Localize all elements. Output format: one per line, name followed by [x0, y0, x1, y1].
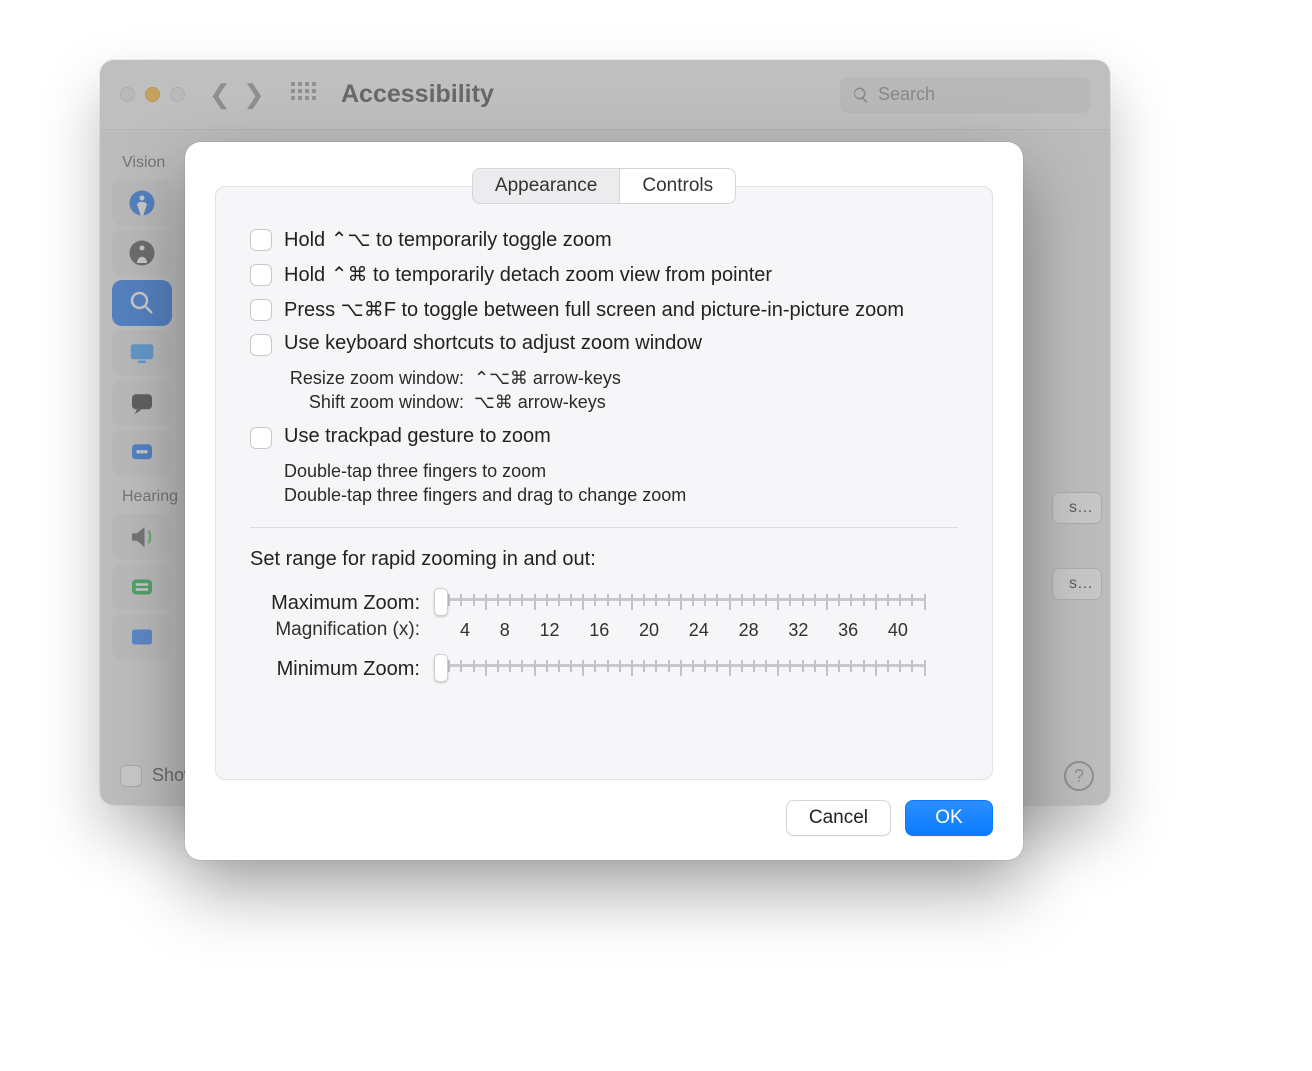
controls-panel: Hold ⌃⌥ to temporarily toggle zoom Hold …: [215, 186, 993, 780]
label-hold-detach: Hold ⌃⌘ to temporarily detach zoom view …: [284, 262, 772, 287]
kb-shortcuts-details: Resize zoom window:⌃⌥⌘ arrow-keys Shift …: [284, 366, 958, 415]
max-zoom-slider[interactable]: [436, 591, 926, 615]
ok-button[interactable]: OK: [905, 800, 993, 836]
divider: [250, 527, 958, 528]
tab-controls[interactable]: Controls: [619, 168, 735, 204]
checkbox-hold-detach[interactable]: [250, 264, 272, 286]
range-title: Set range for rapid zooming in and out:: [250, 548, 958, 571]
label-press-toggle-fs-pip: Press ⌥⌘F to toggle between full screen …: [284, 297, 904, 322]
tab-appearance[interactable]: Appearance: [473, 169, 619, 203]
min-zoom-label: Minimum Zoom:: [250, 658, 420, 681]
magnification-label: Magnification (x):: [250, 619, 420, 641]
label-hold-toggle: Hold ⌃⌥ to temporarily toggle zoom: [284, 227, 612, 252]
checkbox-press-toggle-fs-pip[interactable]: [250, 299, 272, 321]
zoom-controls-sheet: Appearance Controls Hold ⌃⌥ to temporari…: [185, 142, 1023, 860]
label-trackpad-gesture: Use trackpad gesture to zoom: [284, 425, 551, 448]
sheet-footer: Cancel OK: [215, 800, 993, 836]
tab-segmented-control: Appearance Controls: [472, 168, 736, 204]
max-zoom-label: Maximum Zoom:: [250, 592, 420, 615]
min-zoom-slider[interactable]: [436, 657, 926, 681]
trackpad-details: Double-tap three fingers to zoom Double-…: [284, 459, 958, 508]
checkbox-kb-shortcuts[interactable]: [250, 334, 272, 356]
label-kb-shortcuts: Use keyboard shortcuts to adjust zoom wi…: [284, 332, 702, 355]
magnification-scale: 481216202428323640: [436, 620, 926, 641]
cancel-button[interactable]: Cancel: [786, 800, 891, 836]
checkbox-hold-toggle[interactable]: [250, 229, 272, 251]
checkbox-trackpad-gesture[interactable]: [250, 427, 272, 449]
